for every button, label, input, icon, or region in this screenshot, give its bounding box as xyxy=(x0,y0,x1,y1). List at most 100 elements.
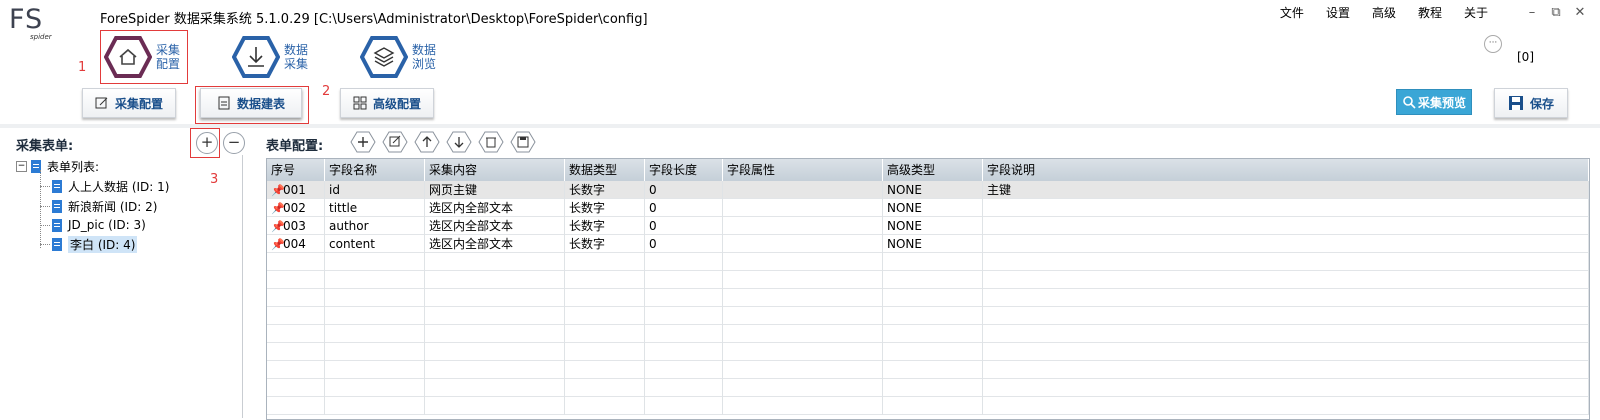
right-panel-title: 表单配置: xyxy=(266,139,324,154)
cell[interactable]: NONE xyxy=(883,217,983,235)
empty-row xyxy=(267,271,1589,289)
edit-icon xyxy=(95,97,108,109)
subtab-label: 高级配置 xyxy=(372,96,421,111)
delete-field-icon[interactable] xyxy=(478,131,504,153)
tab-label: 采集 xyxy=(284,57,309,71)
restore-icon[interactable]: ⧉ xyxy=(1544,5,1568,20)
subtab-advanced-config[interactable]: 高级配置 xyxy=(340,88,434,118)
cell[interactable]: 长数字 xyxy=(565,217,645,235)
tab-label: 数据 xyxy=(412,43,437,57)
table-row[interactable]: 📌002 tittle 选区内全部文本 长数字 0 NONE xyxy=(267,199,1589,217)
table-header: 序号 字段名称 采集内容 数据类型 字段长度 字段属性 高级类型 字段说明 xyxy=(267,159,1589,181)
cell[interactable] xyxy=(983,235,1589,253)
pin-icon: 📌 xyxy=(271,184,285,197)
cell: 004 xyxy=(283,237,306,251)
menu-settings[interactable]: 设置 xyxy=(1326,4,1350,21)
table-row[interactable]: 📌004 content 选区内全部文本 长数字 0 NONE xyxy=(267,235,1589,253)
menu-tutorial[interactable]: 教程 xyxy=(1418,4,1442,21)
column-header[interactable]: 高级类型 xyxy=(883,159,983,181)
cell[interactable]: tittle xyxy=(325,199,425,217)
save-icon xyxy=(1508,96,1523,110)
menu-file[interactable]: 文件 xyxy=(1280,4,1304,21)
document-icon xyxy=(52,218,62,232)
cell[interactable]: 网页主键 xyxy=(425,181,565,199)
cell[interactable]: 0 xyxy=(645,235,723,253)
cell[interactable]: NONE xyxy=(883,235,983,253)
cell[interactable]: content xyxy=(325,235,425,253)
cell[interactable]: 长数字 xyxy=(565,199,645,217)
tree-item-label: 人上人数据 (ID: 1) xyxy=(68,179,170,194)
edit-field-icon[interactable] xyxy=(382,131,408,153)
column-header[interactable]: 字段长度 xyxy=(645,159,723,181)
minimize-icon[interactable]: – xyxy=(1520,5,1544,20)
collapse-icon[interactable]: − xyxy=(16,160,27,172)
message-icon[interactable]: ··· xyxy=(1484,35,1502,53)
move-up-icon[interactable] xyxy=(414,131,440,153)
save-label: 保存 xyxy=(1529,96,1554,111)
cell[interactable] xyxy=(723,217,883,235)
empty-row xyxy=(267,379,1589,397)
remove-form-button[interactable]: − xyxy=(223,132,245,154)
document-icon xyxy=(52,179,62,193)
table-row[interactable]: 📌001 id 网页主键 长数字 0 NONE 主键 xyxy=(267,181,1589,199)
cell[interactable]: 选区内全部文本 xyxy=(425,235,565,253)
cell[interactable]: 0 xyxy=(645,217,723,235)
cell[interactable]: 长数字 xyxy=(565,181,645,199)
pin-icon: 📌 xyxy=(271,238,285,251)
menu-bar: 文件 设置 高级 教程 关于 – ⧉ ✕ xyxy=(1280,2,1600,22)
column-header[interactable]: 字段名称 xyxy=(325,159,425,181)
tree-item[interactable]: 人上人数据 (ID: 1) xyxy=(40,176,169,196)
highlight-box-1 xyxy=(100,30,188,84)
cell[interactable]: 0 xyxy=(645,181,723,199)
notification-count: [0] xyxy=(1517,50,1534,64)
cell[interactable]: 长数字 xyxy=(565,235,645,253)
pin-icon: 📌 xyxy=(271,202,285,215)
tab-data-collect[interactable]: 数据 采集 xyxy=(232,32,352,82)
logo-subtext: spider xyxy=(30,33,52,41)
cell[interactable]: 0 xyxy=(645,199,723,217)
cell[interactable]: id xyxy=(325,181,425,199)
highlight-box-3 xyxy=(190,128,220,158)
tab-data-browse[interactable]: 数据 浏览 xyxy=(360,32,480,82)
save-button[interactable]: 保存 xyxy=(1494,88,1568,118)
cell[interactable] xyxy=(723,181,883,199)
cell[interactable] xyxy=(983,217,1589,235)
move-down-icon[interactable] xyxy=(446,131,472,153)
table-row[interactable]: 📌003 author 选区内全部文本 长数字 0 NONE xyxy=(267,217,1589,235)
field-table: 序号 字段名称 采集内容 数据类型 字段长度 字段属性 高级类型 字段说明 📌0… xyxy=(266,158,1590,420)
cell[interactable]: NONE xyxy=(883,199,983,217)
document-icon xyxy=(52,199,62,213)
annotation-2: 2 xyxy=(322,84,331,99)
column-header[interactable]: 字段属性 xyxy=(723,159,883,181)
column-header[interactable]: 字段说明 xyxy=(983,159,1589,181)
cell[interactable]: NONE xyxy=(883,181,983,199)
empty-row xyxy=(267,289,1589,307)
add-field-icon[interactable] xyxy=(350,131,376,153)
column-header[interactable]: 序号 xyxy=(267,159,325,181)
cell[interactable] xyxy=(983,199,1589,217)
cell[interactable]: 选区内全部文本 xyxy=(425,199,565,217)
collect-preview-button[interactable]: 采集预览 xyxy=(1396,89,1472,115)
menu-about[interactable]: 关于 xyxy=(1464,4,1488,21)
cell[interactable] xyxy=(723,235,883,253)
tree-item-selected[interactable]: 李白 (ID: 4) xyxy=(40,234,138,254)
empty-row xyxy=(267,253,1589,271)
column-header[interactable]: 数据类型 xyxy=(565,159,645,181)
tree-root[interactable]: − 表单列表: xyxy=(16,156,99,176)
pin-icon: 📌 xyxy=(271,220,285,233)
cell[interactable]: 选区内全部文本 xyxy=(425,217,565,235)
preview-label: 采集预览 xyxy=(1417,95,1466,110)
cell[interactable]: 主键 xyxy=(983,181,1589,199)
close-icon[interactable]: ✕ xyxy=(1568,5,1592,20)
save-field-icon[interactable] xyxy=(510,131,536,153)
tree-item[interactable]: JD_pic (ID: 3) xyxy=(40,215,146,235)
cell[interactable] xyxy=(723,199,883,217)
cell: 001 xyxy=(283,183,306,197)
tree-root-label: 表单列表: xyxy=(47,159,100,174)
column-header[interactable]: 采集内容 xyxy=(425,159,565,181)
menu-advanced[interactable]: 高级 xyxy=(1372,4,1396,21)
tree-item[interactable]: 新浪新闻 (ID: 2) xyxy=(40,196,157,216)
cell[interactable]: author xyxy=(325,217,425,235)
highlight-box-2 xyxy=(195,86,309,124)
subtab-collect-config[interactable]: 采集配置 xyxy=(82,88,176,118)
